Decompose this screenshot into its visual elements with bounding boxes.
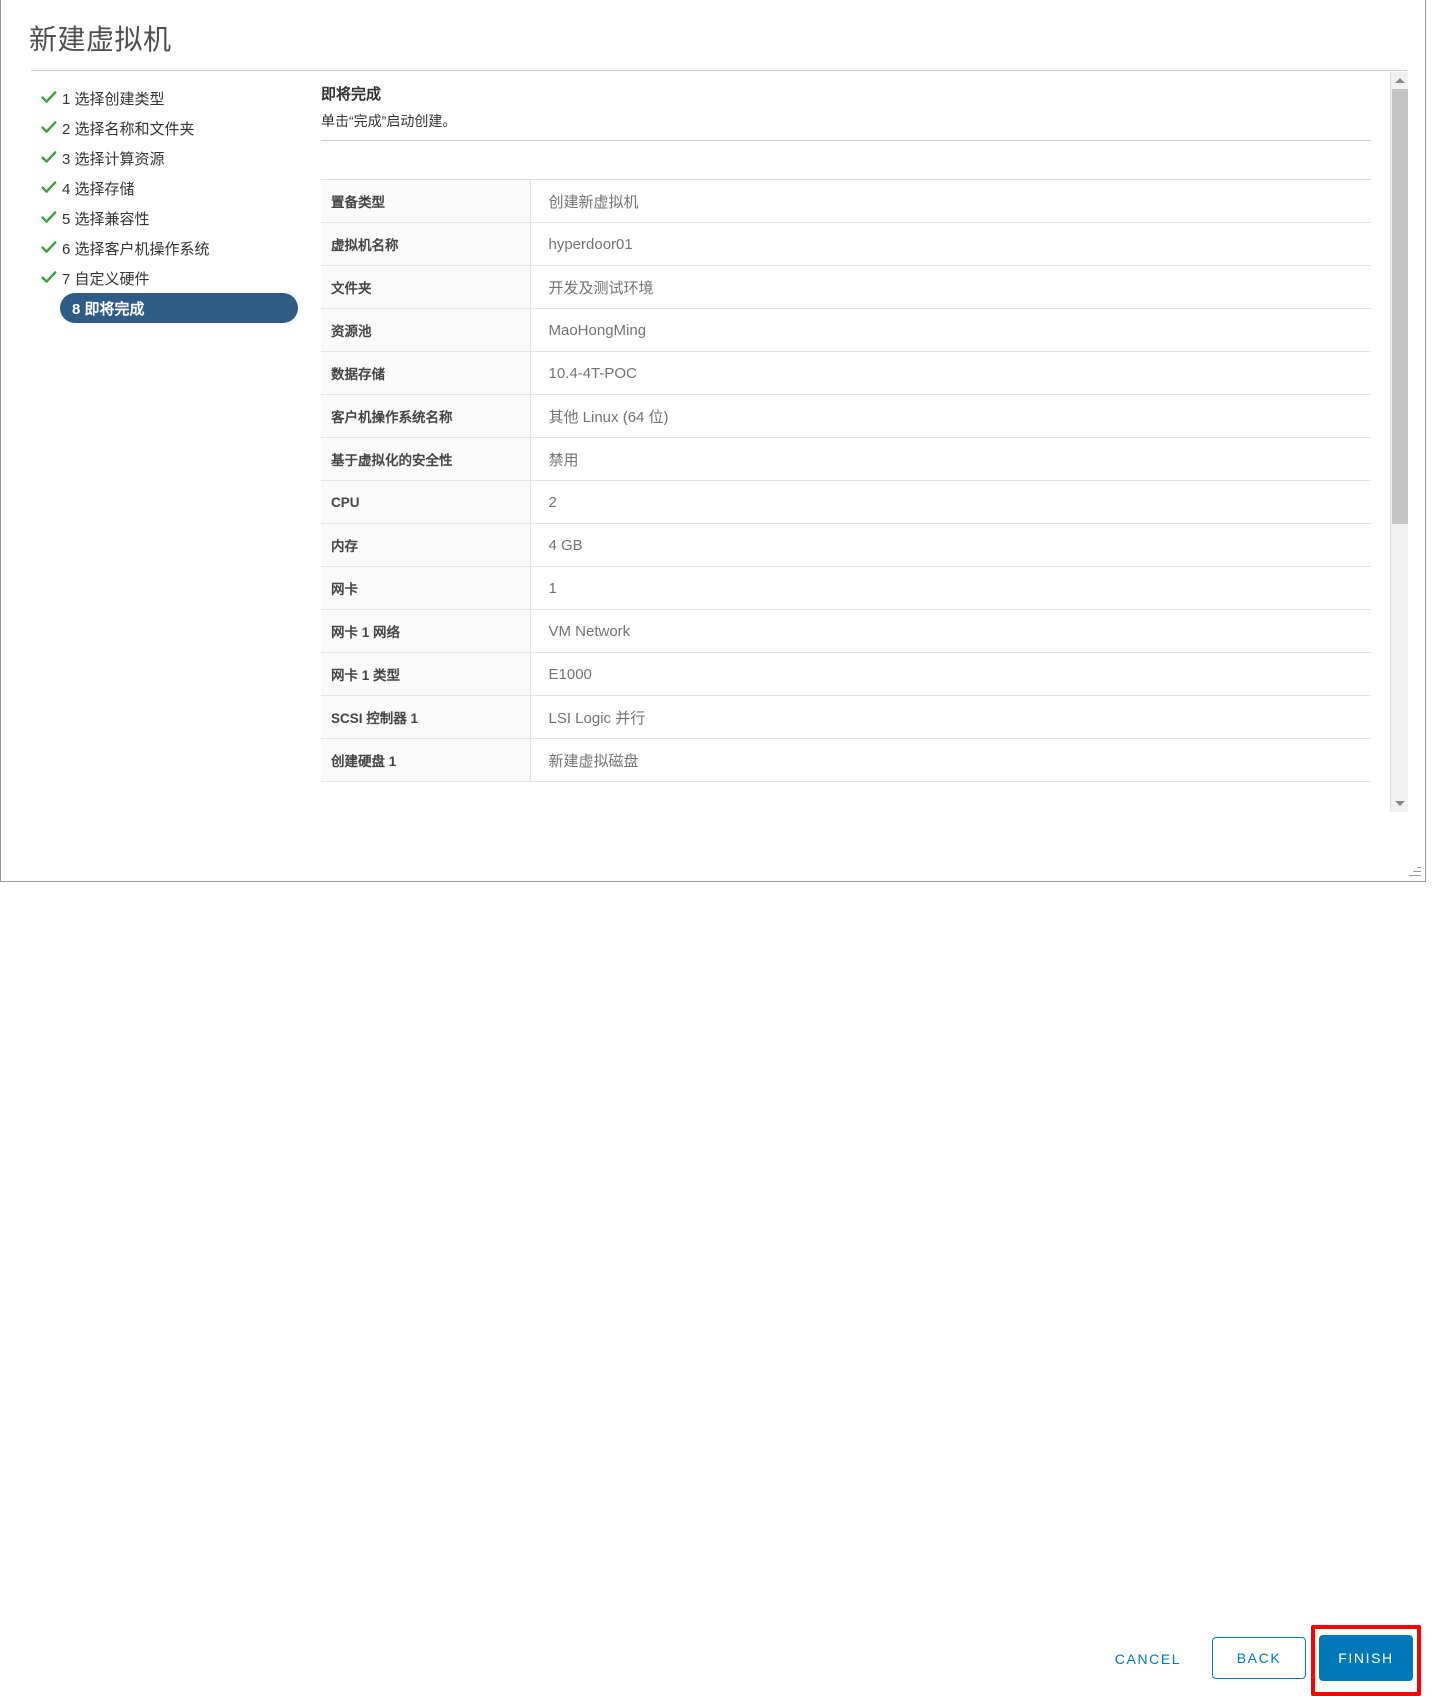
back-button[interactable]: BACK: [1212, 1637, 1306, 1679]
resize-grip-icon[interactable]: [1407, 863, 1421, 877]
wizard-step-label: 7 自定义硬件: [62, 270, 150, 288]
content-scrollbar[interactable]: [1390, 72, 1408, 812]
chevron-down-icon: [1394, 801, 1405, 806]
check-icon: [41, 90, 57, 106]
summary-row-value: hyperdoor01: [530, 222, 1371, 266]
wizard-step-label: 8 即将完成: [72, 300, 145, 318]
summary-row: 资源池 MaoHongMing: [321, 308, 1371, 352]
summary-row: SCSI 控制器 1 LSI Logic 并行: [321, 695, 1371, 739]
dialog-title: 新建虚拟机: [29, 24, 172, 55]
wizard-step-label: 5 选择兼容性: [62, 210, 150, 228]
check-icon: [41, 180, 57, 196]
summary-row-value: 10.4-4T-POC: [530, 351, 1371, 395]
wizard-step-4[interactable]: 4 选择存储: [31, 173, 303, 203]
summary-row-key: SCSI 控制器 1: [321, 695, 531, 739]
finish-button[interactable]: FINISH: [1319, 1635, 1413, 1681]
summary-row-value: LSI Logic 并行: [530, 695, 1371, 739]
summary-row: 网卡 1 网络 VM Network: [321, 609, 1371, 653]
summary-row-value: 其他 Linux (64 位): [530, 394, 1371, 438]
summary-row: 客户机操作系统名称 其他 Linux (64 位): [321, 394, 1371, 438]
summary-row: 数据存储 10.4-4T-POC: [321, 351, 1371, 395]
check-icon: [41, 240, 57, 256]
wizard-step-label: 3 选择计算资源: [62, 150, 165, 168]
new-virtual-machine-dialog: 新建虚拟机 1 选择创建类型 2 选择名称和文件夹 3 选择计算资源 4 选择存储 5 …: [0, 0, 1427, 1696]
summary-row: 创建硬盘 1 新建虚拟磁盘: [321, 738, 1371, 782]
content-pane: 即将完成 单击“完成”启动创建。 置备类型 创建新虚拟机 虚拟机名称 hyperdoo…: [321, 85, 1379, 810]
summary-row-value: MaoHongMing: [530, 308, 1371, 352]
summary-row-value: 4 GB: [530, 523, 1371, 567]
wizard-step-label: 2 选择名称和文件夹: [62, 120, 195, 138]
wizard-step-8[interactable]: 8 即将完成: [60, 293, 298, 323]
check-icon: [41, 120, 57, 136]
summary-row-key: 资源池: [321, 308, 531, 352]
title-divider: [31, 70, 1407, 71]
summary-row: 文件夹 开发及测试环境: [321, 265, 1371, 309]
wizard-step-label: 4 选择存储: [62, 180, 135, 198]
summary-row: 内存 4 GB: [321, 523, 1371, 567]
summary-row-key: 虚拟机名称: [321, 222, 531, 266]
summary-row-value: 禁用: [530, 437, 1371, 481]
summary-row-value: 2: [530, 480, 1371, 524]
check-icon: [41, 210, 57, 226]
summary-row-key: 创建硬盘 1: [321, 738, 531, 782]
summary-row-key: 网卡 1 类型: [321, 652, 531, 696]
summary-row-key: CPU: [321, 480, 531, 524]
summary-row-key: 客户机操作系统名称: [321, 394, 531, 438]
summary-row-key: 基于虚拟化的安全性: [321, 437, 531, 481]
summary-row: 置备类型 创建新虚拟机: [321, 179, 1371, 223]
scrollbar-thumb[interactable]: [1392, 89, 1408, 524]
wizard-step-3[interactable]: 3 选择计算资源: [31, 143, 303, 173]
content-heading: 即将完成: [321, 86, 382, 103]
summary-row-key: 网卡 1 网络: [321, 609, 531, 653]
wizard-step-label: 6 选择客户机操作系统: [62, 240, 210, 258]
chevron-up-icon: [1394, 78, 1405, 83]
summary-row-value: 新建虚拟磁盘: [530, 738, 1371, 782]
wizard-step-1[interactable]: 1 选择创建类型: [31, 83, 303, 113]
summary-row: 网卡 1: [321, 566, 1371, 610]
content-subtitle: 单击“完成”启动创建。: [321, 113, 457, 129]
scroll-up-button[interactable]: [1391, 72, 1408, 89]
summary-row-value: 1: [530, 566, 1371, 610]
content-divider: [321, 140, 1371, 141]
wizard-step-6[interactable]: 6 选择客户机操作系统: [31, 233, 303, 263]
summary-row-key: 网卡: [321, 566, 531, 610]
wizard-step-list: 1 选择创建类型 2 选择名称和文件夹 3 选择计算资源 4 选择存储 5 选择兼容性 6…: [31, 83, 303, 323]
summary-row-key: 文件夹: [321, 265, 531, 309]
wizard-step-7[interactable]: 7 自定义硬件: [31, 263, 303, 293]
summary-table: 置备类型 创建新虚拟机 虚拟机名称 hyperdoor01 文件夹 开发及测试环境 资源池 M…: [321, 179, 1371, 782]
summary-row: CPU 2: [321, 480, 1371, 524]
cancel-button[interactable]: CANCEL: [1103, 1643, 1193, 1675]
summary-row: 虚拟机名称 hyperdoor01: [321, 222, 1371, 266]
summary-row-value: 开发及测试环境: [530, 265, 1371, 309]
summary-row-key: 置备类型: [321, 179, 531, 223]
dialog-footer: CANCEL BACK FINISH: [1, 811, 1427, 1696]
wizard-step-5[interactable]: 5 选择兼容性: [31, 203, 303, 233]
summary-row: 网卡 1 类型 E1000: [321, 652, 1371, 696]
summary-row-value: E1000: [530, 652, 1371, 696]
summary-row-key: 数据存储: [321, 351, 531, 395]
summary-row-key: 内存: [321, 523, 531, 567]
check-icon: [41, 270, 57, 286]
summary-table-body: 置备类型 创建新虚拟机 虚拟机名称 hyperdoor01 文件夹 开发及测试环境 资源池 M…: [321, 179, 1371, 782]
wizard-step-2[interactable]: 2 选择名称和文件夹: [31, 113, 303, 143]
summary-row-value: 创建新虚拟机: [530, 179, 1371, 223]
wizard-step-label: 1 选择创建类型: [62, 90, 165, 108]
check-icon: [41, 150, 57, 166]
summary-row-value: VM Network: [530, 609, 1371, 653]
summary-row: 基于虚拟化的安全性 禁用: [321, 437, 1371, 481]
scroll-down-button[interactable]: [1391, 795, 1408, 812]
